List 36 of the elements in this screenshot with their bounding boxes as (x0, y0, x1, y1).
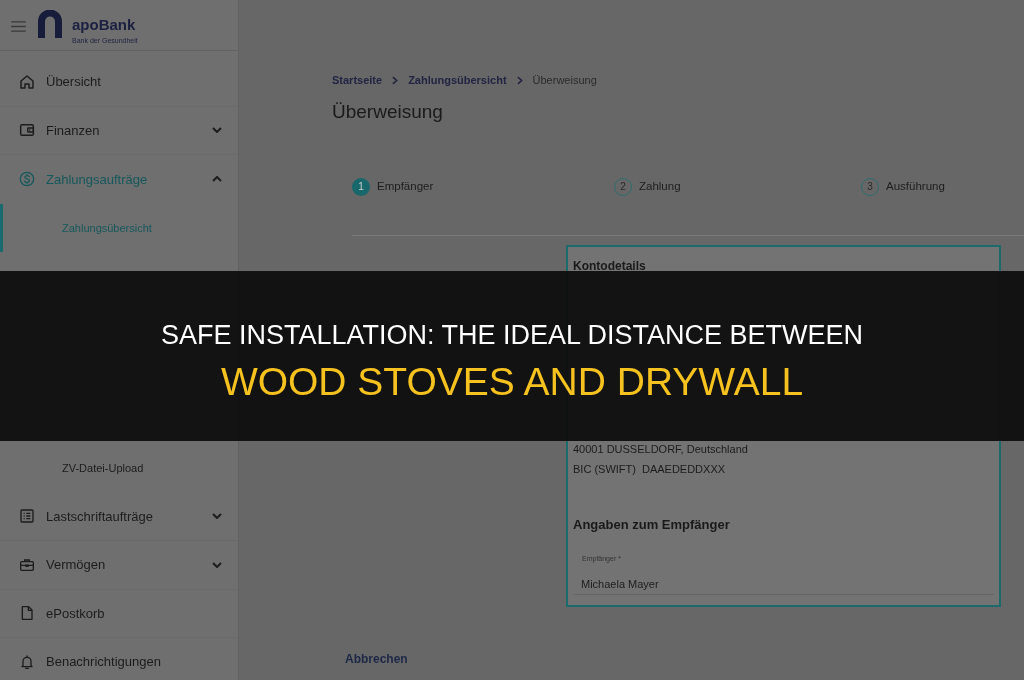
sidebar-item[interactable]: Lastschriftaufträge (0, 492, 238, 541)
bic-label: BIC (SWIFT) (573, 461, 636, 477)
menu-icon[interactable] (11, 21, 26, 32)
breadcrumb-link[interactable]: Startseite (332, 71, 383, 89)
bell-icon (19, 653, 35, 670)
sidebar-item[interactable]: Übersicht (0, 58, 238, 107)
chevron-right-icon (516, 75, 523, 85)
bank-address-line: 40001 DUSSELDORF, Deutschland (573, 442, 748, 457)
banner-title-line: SAFE INSTALLATION: THE IDEAL DISTANCE BETWEEN (160, 319, 864, 351)
logo-icon (38, 10, 62, 38)
sidebar-item[interactable]: Benachrichtigungen (0, 638, 238, 680)
breadcrumb-link[interactable]: Zahlungsübersicht (408, 71, 507, 89)
bic-value: DAAEDEDDXXX (641, 461, 726, 477)
sidebar-item[interactable]: Vermögen (0, 541, 238, 590)
logo-text: apoBank (72, 16, 136, 34)
sidebar-item[interactable]: ePostkorb (0, 589, 238, 638)
section-title: Angaben zum Empfänger (573, 516, 730, 534)
input-field[interactable]: Michaela Mayer (573, 573, 994, 595)
list-icon (19, 508, 35, 525)
step-label: Zahlung (639, 179, 681, 195)
sidebar-item[interactable]: Finanzen (0, 106, 238, 155)
page-title: Überweisung (332, 100, 443, 124)
chevron-right-icon (392, 75, 399, 85)
wallet-icon (19, 122, 35, 139)
home-icon (19, 73, 35, 90)
cancel-button[interactable]: Abbrechen (345, 651, 408, 667)
breadcrumb-current: Überweisung (532, 72, 597, 88)
briefcase-icon (19, 556, 35, 573)
dollar-circle-icon (19, 171, 35, 188)
card-title: Kontodetails (573, 258, 646, 274)
step-label: Empfänger (377, 179, 434, 195)
step-label: Ausführung (886, 179, 945, 195)
document-icon (19, 605, 35, 622)
sidebar-subitem[interactable]: ZV-Datei-Upload (0, 444, 238, 493)
banner-title-line: WOOD STOVES AND DRYWALL (220, 359, 804, 405)
step-number: 1 (352, 178, 370, 196)
